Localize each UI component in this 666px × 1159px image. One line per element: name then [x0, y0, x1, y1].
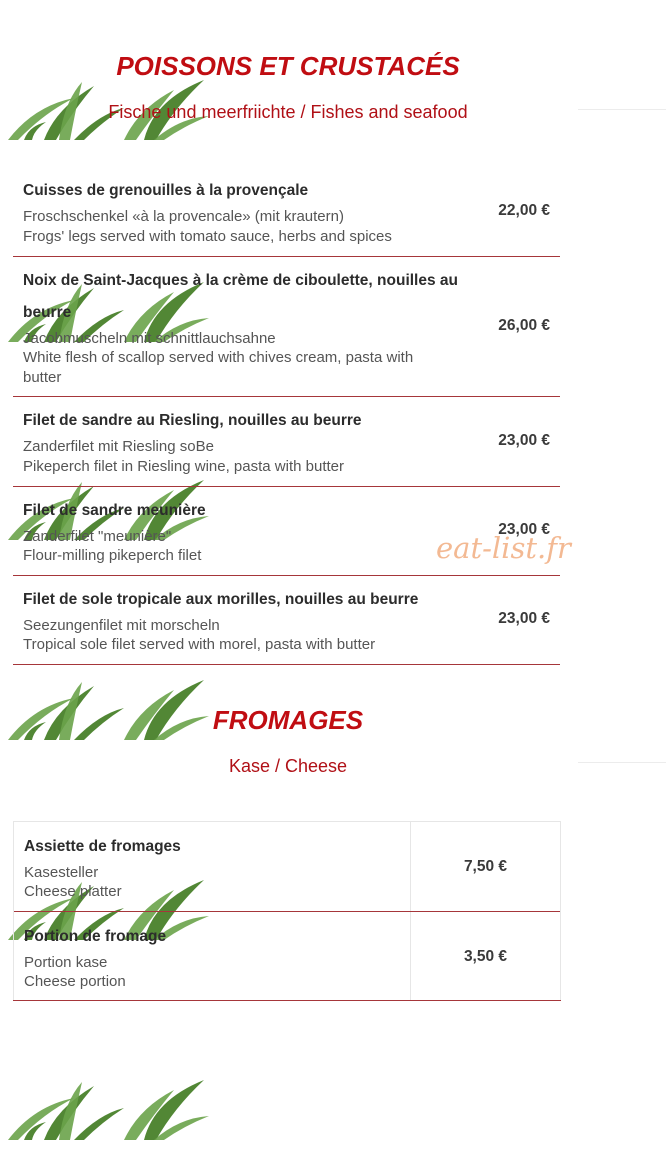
menu-item: Noix de Saint-Jacques à la crème de cibo… — [13, 257, 560, 397]
dish-desc-de: Froschschenkel «à la provencale» (mit kr… — [23, 208, 344, 225]
section-subtitle-poissons: Fische und meerfriichte / Fishes and sea… — [108, 102, 468, 122]
section-subtitle-fromages: Kase / Cheese — [228, 756, 348, 776]
grass-decoration — [4, 1078, 209, 1140]
dish-name: Filet de sandre au Riesling, nouilles au… — [23, 412, 362, 429]
section-title-poissons: POISSONS ET CRUSTACÉS — [116, 51, 460, 81]
dish-desc-de: Jacobmuscheln mit schnittlauchsahne — [23, 330, 276, 347]
cheese-table: Assiette de fromages Kasesteller Cheese … — [13, 821, 561, 1001]
dish-desc-en: Frogs' legs served with tomato sauce, he… — [23, 228, 392, 245]
dish-desc-en: Cheese portion — [24, 973, 126, 990]
dish-price: 26,00 € — [498, 317, 550, 334]
table-bottom-rule — [13, 1000, 561, 1001]
dish-desc-en: White flesh of scallop served with chive… — [23, 349, 414, 386]
section-title-fromages: FROMAGES — [212, 705, 364, 735]
dish-desc-de: Portion kase — [24, 954, 108, 971]
dish-desc-en: Pikeperch filet in Riesling wine, pasta … — [23, 458, 344, 475]
dish-price: 3,50 € — [463, 948, 508, 965]
dish-desc-de: Seezungenfilet mit morscheln — [23, 617, 220, 634]
dish-name: Filet de sandre meunière — [23, 502, 206, 519]
dish-name: Noix de Saint-Jacques à la crème de cibo… — [23, 272, 458, 321]
dish-desc-de: Zanderfilet "meunière" — [23, 528, 172, 545]
dish-desc-de: Zanderfilet mit Riesling soBe — [23, 438, 214, 455]
dish-price: 23,00 € — [498, 432, 550, 449]
dish-name: Filet de sole tropicale aux morilles, no… — [23, 591, 419, 608]
menu-item: Filet de sole tropicale aux morilles, no… — [13, 576, 560, 665]
table-row: Assiette de fromages Kasesteller Cheese … — [14, 822, 560, 912]
dish-price: 7,50 € — [463, 858, 508, 875]
divider-line — [578, 762, 666, 763]
dish-price: 22,00 € — [498, 202, 550, 219]
table-row: Portion de fromage Portion kase Cheese p… — [14, 912, 560, 1001]
dish-name: Portion de fromage — [24, 928, 167, 945]
dish-desc-en: Flour-milling pikeperch filet — [23, 547, 202, 564]
dish-name: Cuisses de grenouilles à la provençale — [23, 182, 309, 199]
divider-line — [578, 109, 666, 110]
dish-desc-de: Kasesteller — [24, 864, 99, 881]
menu-item: Cuisses de grenouilles à la provençale F… — [13, 172, 560, 257]
menu-item: Filet de sandre au Riesling, nouilles au… — [13, 397, 560, 487]
dish-desc-en: Cheese platter — [24, 883, 122, 900]
dish-name: Assiette de fromages — [24, 838, 181, 855]
watermark: eat-list.fr — [436, 531, 571, 565]
dish-price: 23,00 € — [498, 610, 550, 627]
dish-desc-en: Tropical sole filet served with morel, p… — [23, 636, 376, 653]
